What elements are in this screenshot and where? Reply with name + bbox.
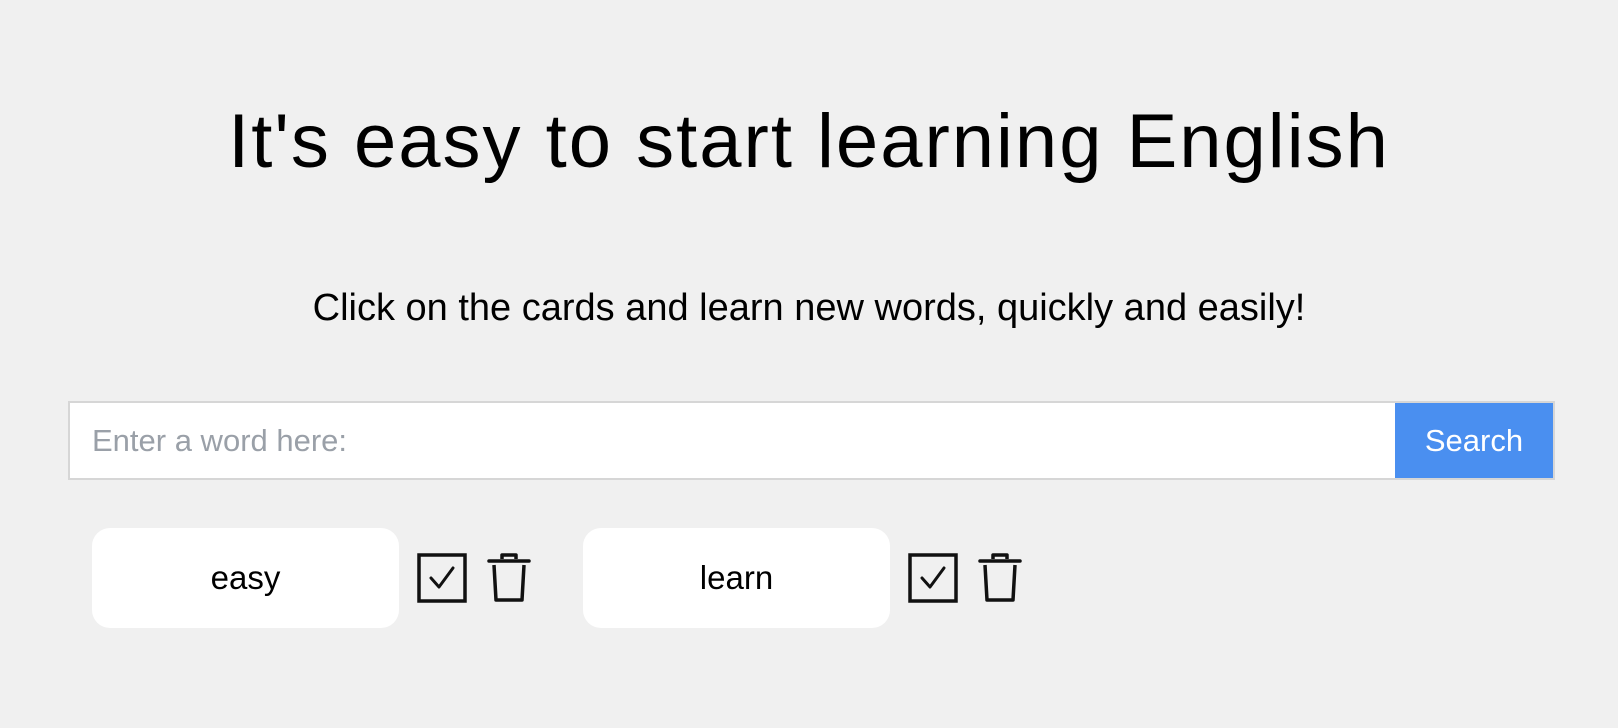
search-input[interactable] [68,401,1395,480]
word-card[interactable]: learn [583,528,890,628]
word-card-label: easy [210,559,281,596]
page-subtitle: Click on the cards and learn new words, … [312,287,1306,329]
word-card-label: learn [699,559,774,596]
page-title: It's easy to start learning English [228,99,1390,184]
checkbox-checked-icon[interactable] [908,553,958,603]
trash-icon[interactable] [978,553,1022,603]
word-card-list: easy learn [92,528,1074,628]
checkbox-checked-icon[interactable] [417,553,467,603]
word-card-item: learn [583,528,1022,628]
trash-icon[interactable] [487,553,531,603]
word-card-item: easy [92,528,531,628]
search-bar: Search [68,401,1555,480]
search-button[interactable]: Search [1395,401,1555,480]
word-card[interactable]: easy [92,528,399,628]
